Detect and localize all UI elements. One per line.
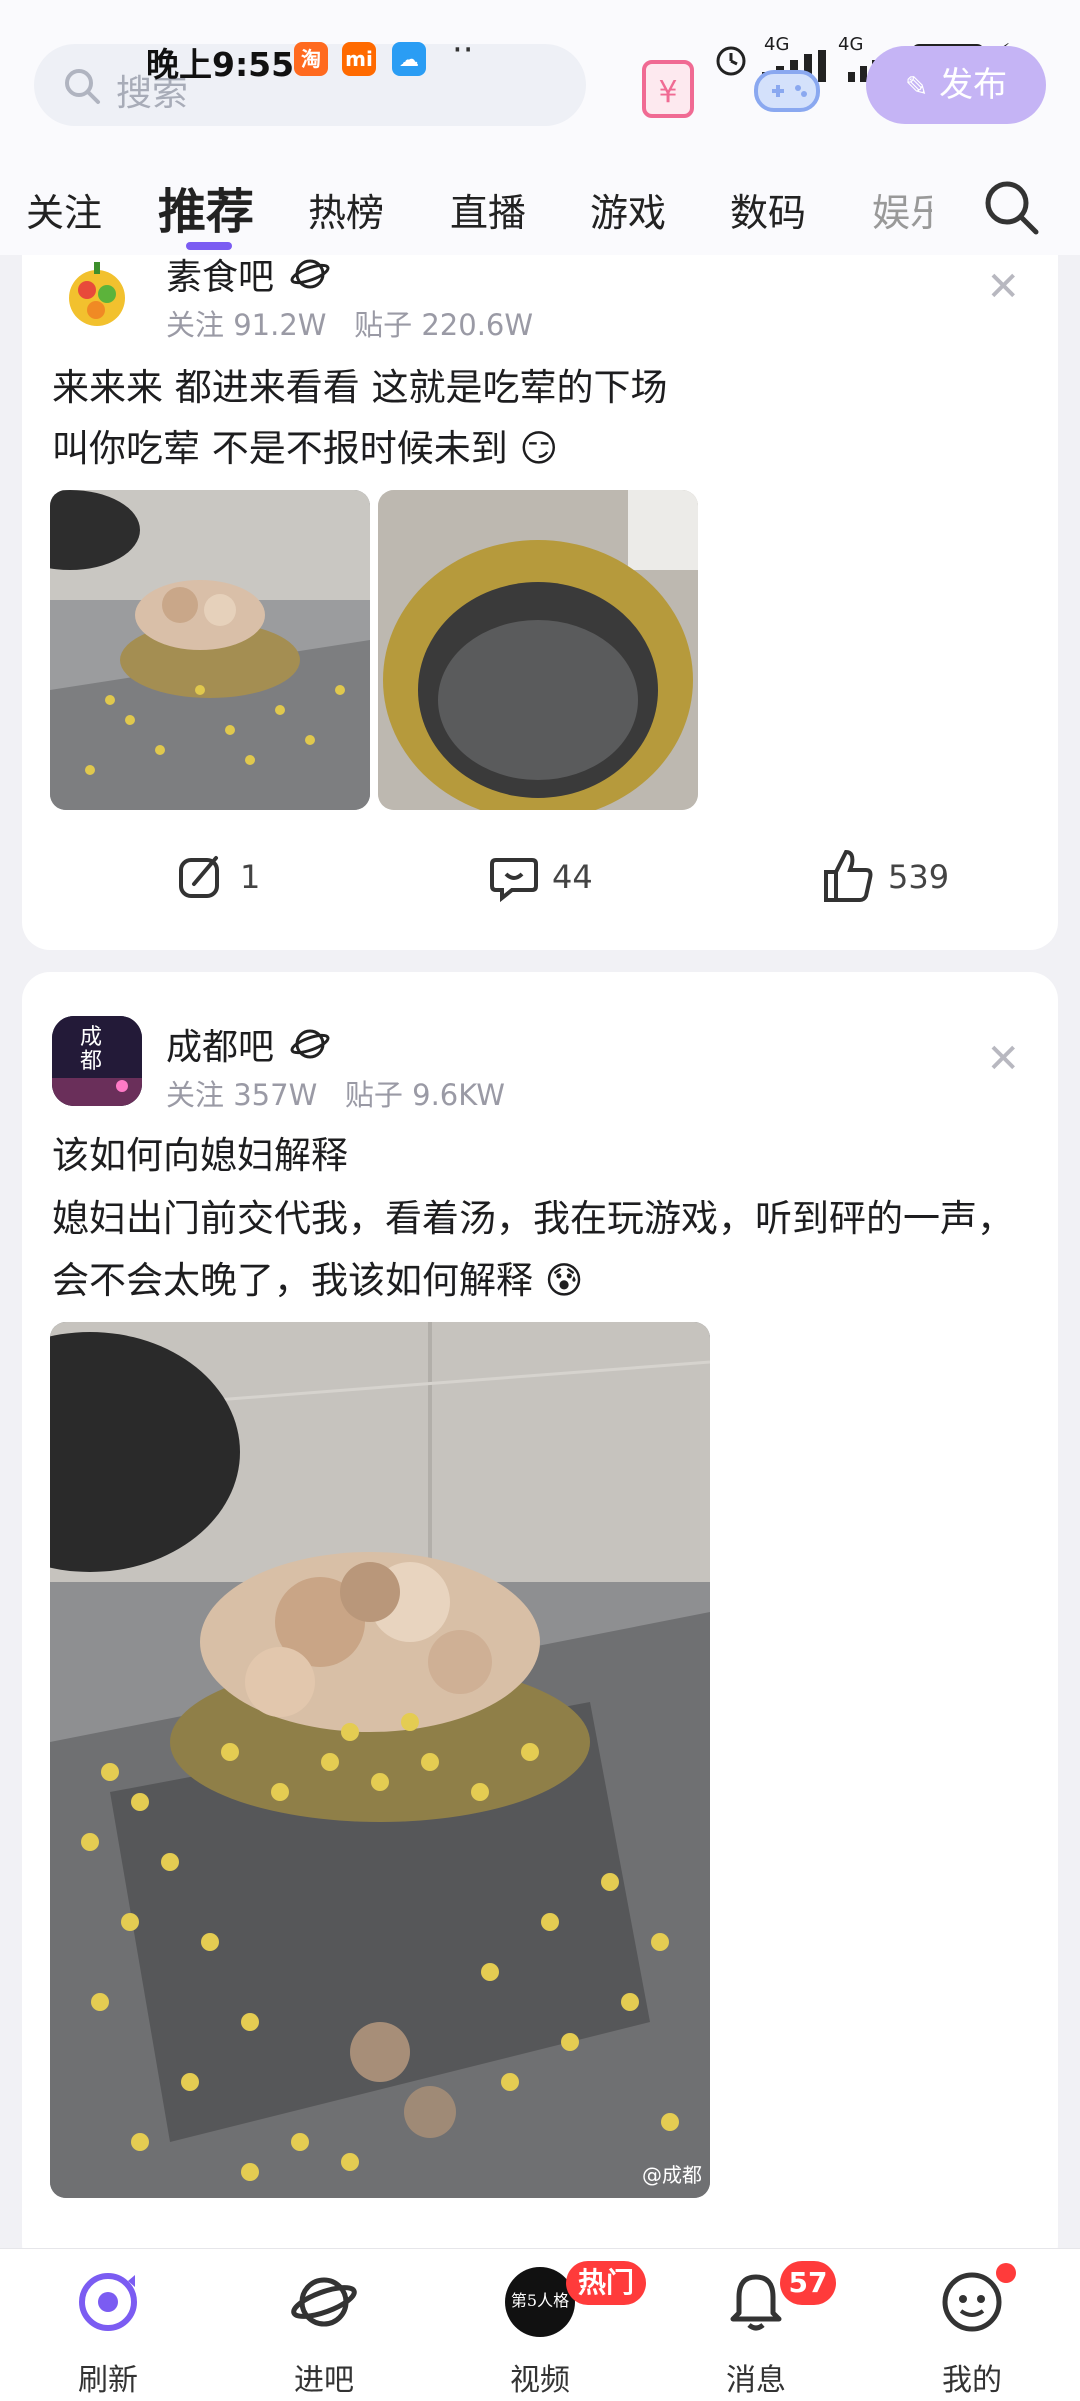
alarm-icon (716, 46, 746, 76)
tab-follow[interactable]: 关注 (26, 182, 102, 237)
tab-games[interactable]: 游戏 (590, 182, 666, 237)
taobao-app-icon: 淘 (294, 42, 328, 76)
close-icon[interactable]: ✕ (986, 1036, 1020, 1082)
nav-enter-bar[interactable]: 进吧 (254, 2267, 394, 2398)
scared-emoji: 😰 (544, 1259, 584, 1302)
post-image[interactable] (378, 490, 698, 810)
post-body[interactable]: 媳妇出门前交代我，看着汤，我在玩游戏，听到砰的一声，会不会太晚了，我该如何解释 … (52, 1188, 1042, 1312)
close-icon[interactable]: ✕ (986, 264, 1020, 310)
post-body-text: 叫你吃荤 不是不报时候未到 (52, 427, 508, 470)
category-tabs: 关注 推荐 热榜 直播 游戏 数码 娱乐 (0, 168, 1080, 250)
weather-app-icon: ☁ (392, 42, 426, 76)
mi-app-icon: mi (342, 42, 376, 76)
like-icon[interactable] (822, 848, 874, 904)
bar-stats: 关注 91.2W 贴子 220.6W (166, 308, 534, 342)
nav-refresh[interactable]: 刷新 (38, 2267, 178, 2398)
notification-dot (996, 2263, 1016, 2283)
tab-entertainment[interactable]: 娱乐 (872, 182, 932, 237)
top-bar: 搜索 晚上9:55 淘 mi ☁ ·· 4G 4G 97 ⚡ ¥ ✎ 发布 关注… (0, 0, 1080, 255)
nav-me[interactable]: 我的 (902, 2267, 1042, 2398)
planet-icon (291, 2277, 357, 2327)
post-card[interactable]: 成都 成都吧 关注 357W 贴子 9.6KW ✕ 该如何向媳妇解释 媳妇出门前… (22, 972, 1058, 2272)
publish-button[interactable]: ✎ 发布 (866, 46, 1046, 124)
bar-name[interactable]: 素食吧 (166, 248, 274, 300)
active-tab-indicator (186, 242, 232, 250)
tab-recommend[interactable]: 推荐 (158, 172, 254, 242)
red-packet-icon[interactable]: ¥ (640, 58, 696, 120)
pot-on-stove-image (50, 490, 370, 810)
tab-entertainment-wrap: 娱乐 (872, 182, 932, 242)
bar-planet-icon (290, 1029, 330, 1059)
pencil-icon: ✎ (904, 70, 929, 103)
bar-name[interactable]: 成都吧 (166, 1018, 274, 1070)
like-count: 539 (888, 858, 950, 896)
nav-enter-bar-label: 进吧 (294, 2363, 354, 2398)
post-card[interactable]: 素食吧 关注 91.2W 贴子 220.6W ✕ 来来来 都进来看看 这就是吃荤… (22, 180, 1058, 950)
search-icon[interactable] (980, 176, 1044, 240)
image-watermark: @成都 (642, 2163, 702, 2187)
nav-me-label: 我的 (942, 2363, 1002, 2398)
message-count-badge: 57 (780, 2261, 836, 2305)
tab-live[interactable]: 直播 (450, 182, 526, 237)
nav-refresh-label: 刷新 (78, 2363, 138, 2398)
nav-video-label: 视频 (510, 2363, 570, 2398)
bar-planet-icon (290, 259, 330, 289)
avatar-text: 成都 (80, 1025, 103, 1074)
share-count: 1 (240, 858, 261, 896)
svg-text:¥: ¥ (658, 75, 677, 110)
refresh-icon (79, 2273, 137, 2331)
video-avatar-text: 第5人格 (510, 2291, 570, 2310)
smirk-emoji: 😏 (519, 427, 559, 470)
more-notifications-icon: ·· (452, 30, 474, 70)
nav-messages-label: 消息 (726, 2363, 786, 2398)
bar-avatar[interactable]: 成都 (52, 1016, 142, 1106)
bottom-navigation: 刷新 进吧 第5人格 视频 热门 消息 57 我的 (0, 2248, 1080, 2401)
tab-hot[interactable]: 热榜 (308, 182, 384, 237)
pot-on-stove-image (50, 1322, 710, 2198)
tab-digital[interactable]: 数码 (730, 182, 806, 237)
gamepad-icon[interactable] (752, 62, 822, 118)
comment-count: 44 (552, 858, 593, 896)
bar-stats: 关注 357W 贴子 9.6KW (166, 1078, 505, 1112)
publish-label: 发布 (939, 65, 1008, 105)
hot-badge: 热门 (566, 2261, 646, 2305)
post-title[interactable]: 该如何向媳妇解释 (52, 1126, 1042, 1186)
share-icon[interactable] (176, 852, 226, 902)
post-image[interactable]: @成都 (50, 1322, 710, 2198)
veggie-logo-icon (69, 262, 125, 326)
comment-icon[interactable] (488, 852, 540, 904)
video-avatar: 第5人格 (505, 2267, 575, 2337)
post-title[interactable]: 来来来 都进来看看 这就是吃荤的下场 (52, 358, 1042, 418)
status-time: 晚上9:55 (146, 45, 295, 84)
bar-avatar[interactable] (52, 250, 142, 340)
broken-pot-image (378, 490, 698, 810)
post-body[interactable]: 叫你吃荤 不是不报时候未到 😏 (52, 418, 1042, 480)
post-body-text: 媳妇出门前交代我，看着汤，我在玩游戏，听到砰的一声，会不会太晚了，我该如何解释 (52, 1197, 1014, 1302)
post-image[interactable] (50, 490, 370, 810)
